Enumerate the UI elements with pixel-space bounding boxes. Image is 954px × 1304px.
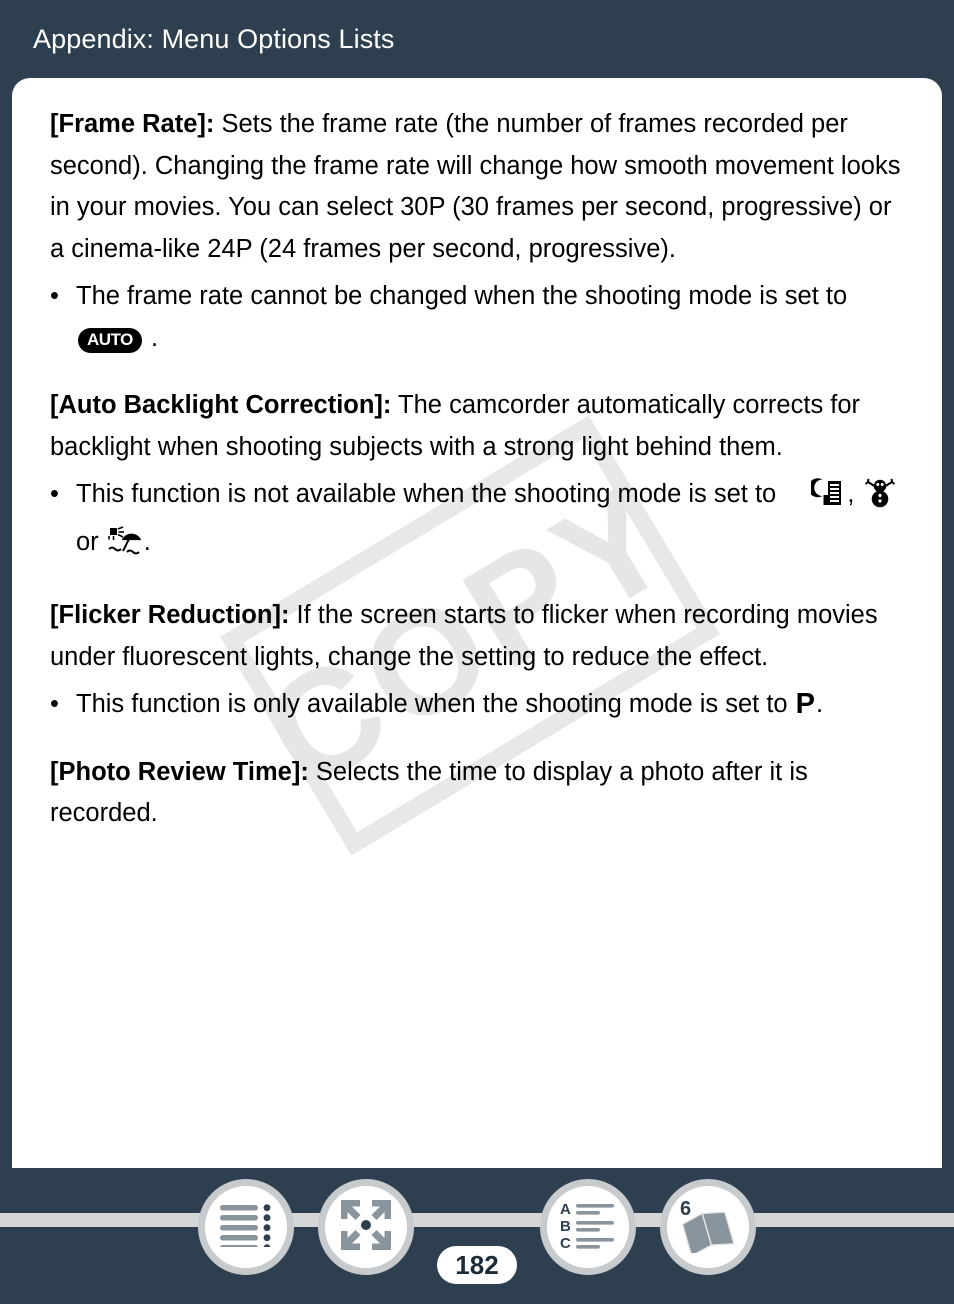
bullet-text-tail: . [143, 323, 159, 352]
svg-text:B: B [560, 1218, 571, 1235]
bullet-text-lead: This function is not available when the … [76, 480, 777, 508]
bullet-text-lead: This function is only available when the… [76, 690, 767, 718]
library-count-label: 6 [680, 1198, 691, 1220]
snow-scene-icon [864, 478, 896, 522]
page-number-badge: 182 [437, 1246, 517, 1284]
bullet-dot-icon: • [50, 282, 59, 310]
auto-mode-icon: AUTO [78, 327, 142, 353]
term-label: [Auto Backlight Correction]: [50, 391, 392, 419]
library-button[interactable]: 6 [660, 1179, 756, 1275]
beach-scene-icon [107, 525, 142, 570]
bullet-dot-icon: • [50, 690, 59, 718]
document-page: COPY [Frame Rate]: Sets the frame rate (… [12, 78, 942, 1168]
bullet-text-to: to [766, 690, 795, 718]
bullet-text-lead: The frame rate cannot be changed when th… [76, 282, 848, 310]
bullet-dot-icon: • [50, 480, 59, 508]
term-label: [Frame Rate]: [50, 110, 215, 138]
section-frame-rate: [Frame Rate]: Sets the frame rate (the n… [50, 104, 904, 270]
icon-separator-comma: , [847, 480, 855, 508]
section-auto-backlight-correction: [Auto Backlight Correction]: The camcord… [50, 385, 904, 468]
index-button[interactable]: A B C [540, 1179, 636, 1275]
expand-arrows-icon [340, 1199, 392, 1256]
nav-rail [0, 1213, 954, 1227]
term-label: [Flicker Reduction]: [50, 601, 290, 629]
table-of-contents-button[interactable] [198, 1179, 294, 1275]
bullet-frame-rate-note: • The frame rate cannot be changed when … [50, 276, 904, 359]
icon-separator-or: or [76, 527, 99, 556]
bullet-text-tail: . [816, 690, 824, 718]
alphabetical-index-icon: A B C [560, 1201, 616, 1254]
table-of-contents-icon [220, 1203, 272, 1252]
document-body: [Frame Rate]: Sets the frame rate (the n… [50, 104, 904, 835]
fit-page-button[interactable] [318, 1179, 414, 1275]
section-flicker-reduction: [Flicker Reduction]: If the screen start… [50, 595, 904, 678]
page-header: Appendix: Menu Options Lists [0, 0, 954, 78]
icon-row-tail: . [143, 527, 151, 556]
bullet-auto-backlight-note: • This function is not available when th… [50, 474, 904, 569]
page-title: Appendix: Menu Options Lists [33, 23, 395, 54]
section-photo-review-time: [Photo Review Time]: Selects the time to… [50, 752, 904, 835]
bullet-flicker-note: • This function is only available when t… [50, 684, 904, 726]
svg-text:C: C [560, 1235, 571, 1249]
svg-text:A: A [560, 1201, 571, 1218]
night-scene-icon [808, 478, 845, 522]
program-mode-icon: P [795, 688, 816, 720]
open-book-icon: 6 [678, 1197, 738, 1258]
term-label: [Photo Review Time]: [50, 757, 309, 786]
